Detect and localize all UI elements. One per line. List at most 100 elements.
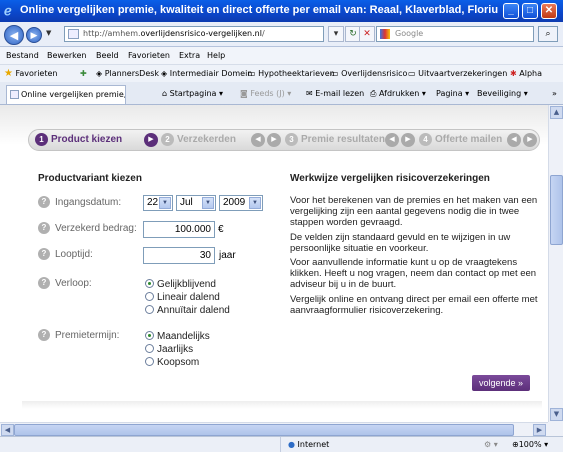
month-select[interactable]: Jul ▼ — [176, 195, 216, 211]
radio-koopsom[interactable]: Koopsom — [145, 357, 199, 369]
back-button[interactable]: ◀ — [4, 25, 24, 45]
mail-icon: ✉ — [306, 89, 313, 98]
step-number: 2 — [161, 132, 174, 146]
favorite-intermediair[interactable]: ◈ Intermediair Domein — [161, 65, 252, 83]
radio-jaarlijks[interactable]: Jaarlijks — [145, 344, 193, 356]
day-select[interactable]: 22 ▼ — [143, 195, 173, 211]
gear-icon: ✱ — [510, 69, 517, 78]
step-verzekerden[interactable]: 2 Verzekerden — [161, 130, 236, 150]
minimize-button[interactable]: _ — [503, 3, 519, 19]
search-button[interactable]: ⌕ — [538, 26, 558, 42]
menu-bewerken[interactable]: Bewerken — [47, 47, 87, 64]
radio-annuitair-dalend[interactable]: Annuïtair dalend — [145, 305, 230, 317]
menu-extra[interactable]: Extra — [179, 47, 200, 64]
insured-amount-input[interactable]: 100.000 — [143, 221, 215, 238]
print-icon: ⎙ — [370, 89, 377, 98]
term-input[interactable]: 30 — [143, 247, 215, 264]
scroll-left-icon[interactable]: ◀ — [1, 424, 14, 436]
favorite-label: Alpha — [519, 69, 542, 78]
feeds-button[interactable]: ◙ Feeds (J) ▾ — [240, 82, 291, 105]
email-button[interactable]: ✉ E-mail lezen — [306, 82, 364, 105]
step-label: Product kiezen — [51, 134, 123, 145]
globe-icon: ● — [288, 440, 295, 449]
form-title: Productvariant kiezen — [38, 173, 142, 184]
favorite-overlijdensrisico[interactable]: ▭ Overlijdensrisico — [331, 65, 407, 83]
print-button[interactable]: ⎙ Afdrukken ▾ — [370, 82, 426, 105]
scroll-up-icon[interactable]: ▲ — [550, 106, 563, 119]
address-dropdown-button[interactable]: ▾ — [328, 26, 344, 42]
close-button[interactable]: ✕ — [541, 3, 557, 19]
step-product-kiezen[interactable]: 1 Product kiezen — [35, 130, 122, 150]
internet-zone: ● Internet — [288, 437, 329, 452]
zoom-level: 100% — [518, 440, 542, 449]
step-arrow-right-icon: ▶ — [401, 133, 415, 147]
forward-button[interactable]: ▶ — [26, 27, 42, 43]
year-select[interactable]: 2009 ▼ — [219, 195, 263, 211]
step-arrow-right-icon: ▶ — [267, 133, 281, 147]
info-paragraph: Voor het berekenen van de premies en het… — [290, 195, 538, 228]
vertical-scrollbar[interactable]: ▲ ▼ — [548, 105, 563, 422]
step-label: Offerte mailen — [435, 134, 503, 145]
help-icon[interactable]: ? — [38, 196, 50, 209]
label-text: Looptijd: — [55, 249, 93, 260]
menu-bestand[interactable]: Bestand — [6, 47, 39, 64]
google-icon — [380, 29, 390, 39]
insured-amount-label: ? Verzekerd bedrag: — [38, 222, 137, 236]
search-icon: ⌕ — [545, 29, 551, 39]
help-icon[interactable]: ? — [38, 222, 50, 235]
radio-lineair-dalend[interactable]: Lineair dalend — [145, 292, 220, 304]
radio-label: Gelijkblijvend — [157, 279, 216, 290]
add-favorite-icon[interactable]: ✚ — [80, 65, 87, 83]
forward-arrow-icon: ▶ — [30, 31, 38, 41]
favorite-uitvaartverzekeringen[interactable]: ▭ Uitvaartverzekeringen — [408, 65, 507, 83]
favorites-bar: ★ Favorieten ✚ ◈ PlannersDesk ◈ Intermed… — [0, 64, 563, 82]
search-input[interactable]: Google — [376, 26, 534, 42]
premium-term-label: ? Premietermijn: — [38, 329, 119, 343]
stop-icon[interactable]: ✕ — [359, 26, 375, 42]
radio-maandelijks[interactable]: Maandelijks — [145, 331, 210, 343]
help-icon[interactable]: ? — [38, 277, 50, 290]
favorite-plannersdesk[interactable]: ◈ PlannersDesk — [96, 65, 159, 83]
info-paragraph: Vergelijk online en ontvang direct per e… — [290, 294, 538, 316]
favorite-hypotheektarieven[interactable]: ▭ Hypotheektarieven — [248, 65, 335, 83]
favorite-alpha[interactable]: ✱ Alpha — [510, 65, 542, 83]
favorite-label: Hypotheektarieven — [258, 69, 335, 78]
command-label: Feeds (J) — [250, 89, 285, 98]
command-label: E-mail lezen — [315, 89, 365, 98]
page-menu-button[interactable]: Pagina ▾ — [436, 82, 469, 105]
page-content: 1 Product kiezen ▶ 2 Verzekerden ◀ ▶ 3 Prem… — [0, 105, 548, 422]
status-divider — [280, 437, 281, 452]
menu-help[interactable]: Help — [207, 47, 225, 64]
next-button[interactable]: volgende » — [472, 375, 530, 391]
step-offerte-mailen[interactable]: 4 Offerte mailen — [419, 130, 502, 150]
scroll-down-icon[interactable]: ▼ — [550, 408, 563, 421]
link-icon: ◈ — [96, 69, 103, 78]
label-text: Verzekerd bedrag: — [55, 223, 137, 234]
favorites-button[interactable]: ★ Favorieten — [4, 65, 57, 83]
zoom-control[interactable]: ⊕100% ▾ — [512, 437, 548, 452]
maximize-button[interactable]: □ — [522, 3, 538, 19]
radio-gelijkblijvend[interactable]: Gelijkblijvend — [145, 279, 216, 291]
star-icon: ★ — [4, 68, 13, 79]
address-input[interactable]: http://amhem.overlijdensrisico-vergelijk… — [64, 26, 324, 42]
protected-mode-icon[interactable]: ⚙ ▾ — [484, 437, 498, 452]
scroll-thumb[interactable] — [550, 175, 563, 245]
step-premie-resultaten[interactable]: 3 Premie resultaten — [285, 130, 385, 150]
tab-active[interactable]: Online vergelijken premie, ... — [6, 85, 126, 104]
help-icon[interactable]: ? — [38, 248, 50, 261]
help-icon[interactable]: ? — [38, 329, 50, 342]
horizontal-scrollbar[interactable]: ◀ ▶ — [0, 422, 548, 436]
more-commands-icon[interactable]: » — [552, 82, 557, 105]
menu-beeld[interactable]: Beeld — [96, 47, 119, 64]
scroll-thumb[interactable] — [14, 424, 514, 436]
zoom-icon: ⊕ — [512, 440, 519, 449]
scroll-right-icon[interactable]: ▶ — [533, 424, 546, 436]
select-value: Jul — [180, 197, 193, 208]
home-button[interactable]: ⌂ Startpagina ▾ — [162, 82, 223, 105]
menu-favorieten[interactable]: Favorieten — [128, 47, 170, 64]
info-paragraph: De velden zijn standaard gevuld en te wi… — [290, 232, 511, 254]
history-dropdown-icon[interactable]: ▼ — [46, 29, 51, 37]
start-date-label: ? Ingangsdatum: — [38, 196, 121, 210]
security-menu-button[interactable]: Beveiliging ▾ — [477, 82, 528, 105]
radio-label: Annuïtair dalend — [157, 305, 230, 316]
